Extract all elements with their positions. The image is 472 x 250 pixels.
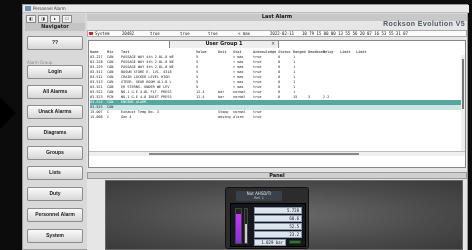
nav-button-groups[interactable]: Groups	[27, 146, 83, 160]
table-cell: moving	[218, 115, 231, 119]
last-alarm-cell: true	[208, 31, 218, 36]
table-cell: Gen 4	[121, 115, 132, 119]
last-alarm-cell: true	[180, 31, 190, 36]
horizontal-scrollbar[interactable]	[89, 151, 465, 156]
last-alarm-cell: System	[95, 31, 110, 36]
table-cell: alarm	[233, 115, 244, 119]
close-icon[interactable]: ×	[271, 41, 275, 47]
user-group-panel: User Group 1 × Name Mix Text Value Unit Stat A…	[88, 40, 466, 168]
device-widget[interactable]: Nut AHSD/Tr Ref. 1 5.728 60.6 52.5 23.2 …	[225, 187, 309, 249]
nav-button-diagrams[interactable]: Diagrams	[27, 126, 83, 140]
nav-button-system[interactable]: System	[27, 229, 83, 243]
device-value: 60.6	[254, 215, 302, 222]
last-alarm-cell: 20482	[122, 31, 135, 36]
nav-button-duty[interactable]: Duty	[27, 187, 83, 201]
toolbar-button-1[interactable]: ◧	[26, 15, 36, 23]
nav-button-login[interactable]: Login	[27, 65, 83, 79]
main-area: Last Alarm Rockson Evolution V5 System 2…	[87, 14, 467, 250]
navigator-title: Navigator	[25, 23, 85, 31]
last-alarm-cell: true	[150, 31, 160, 36]
device-value: 1.029 bar	[254, 239, 286, 246]
last-alarm-row[interactable]: System 20482 true true true < max 2022-0…	[87, 30, 467, 37]
table-cell: 15-008	[90, 115, 103, 119]
level-bar-fill	[236, 214, 241, 243]
device-value: 5.728	[254, 207, 302, 214]
toolbar-button-2[interactable]: ◨	[38, 15, 48, 23]
alarm-table: Name Mix Text Value Unit Stat Acknowledge Statu…	[90, 50, 464, 120]
table-cell: true	[253, 115, 262, 119]
vertical-scrollbar[interactable]	[461, 55, 465, 151]
table-cell: C	[107, 115, 110, 119]
panel-title: Panel	[87, 172, 467, 179]
table-row[interactable]: 15-008 C Gen 4 moving alarm true	[90, 115, 464, 120]
level-bar-secondary-fill	[245, 224, 247, 243]
brand-logo: Rockson Evolution V5	[383, 21, 465, 28]
pointer-arrow-icon	[0, 91, 16, 135]
user-group-tab[interactable]: User Group 1	[169, 40, 279, 48]
panel-viewer: Nut AHSD/Tr Ref. 1 5.728 60.6 52.5 23.2 …	[105, 180, 463, 250]
nav-button-personnel-alarm[interactable]: Personnel Alarm	[27, 208, 83, 222]
device-screen: 5.728 60.6 52.5 23.2 1.029 bar	[230, 203, 306, 247]
last-alarm-cell: 10 79 15 00 00 13 55 56 20 07 16 53 55 3…	[302, 31, 408, 36]
alarm-flag-icon	[89, 32, 93, 35]
nav-button-lists[interactable]: Lists	[27, 166, 83, 180]
toolbar-button-4[interactable]: ☐	[62, 15, 72, 23]
device-value: 23.2	[254, 231, 302, 238]
device-subtitle: Ref. 1	[254, 196, 264, 200]
level-bar-secondary	[244, 208, 248, 244]
toolbar-button-3[interactable]: ▸	[50, 15, 60, 23]
window-title: Personnel Alarm	[33, 6, 66, 11]
nav-button-home[interactable]: ??	[27, 36, 83, 50]
last-alarm-title: Last Alarm	[87, 14, 467, 21]
nav-button-all-alarms[interactable]: All Alarms	[27, 85, 83, 99]
level-bar	[235, 208, 242, 244]
last-alarm-cell: 2022-02-11	[270, 31, 295, 36]
titlebar: Personnel Alarm	[23, 5, 469, 13]
nav-button-unack-alarms[interactable]: Unack Alarms	[27, 105, 83, 119]
last-alarm-cell: < max	[238, 31, 251, 36]
app-icon	[25, 6, 31, 11]
device-ack-button[interactable]	[289, 240, 301, 244]
app-window: Personnel Alarm ◧ ◨ ▸ ☐ Navigator ?? Ala…	[22, 4, 469, 250]
device-value: 52.5	[254, 223, 302, 230]
device-header: Nut AHSD/Tr Ref. 1	[236, 191, 282, 201]
